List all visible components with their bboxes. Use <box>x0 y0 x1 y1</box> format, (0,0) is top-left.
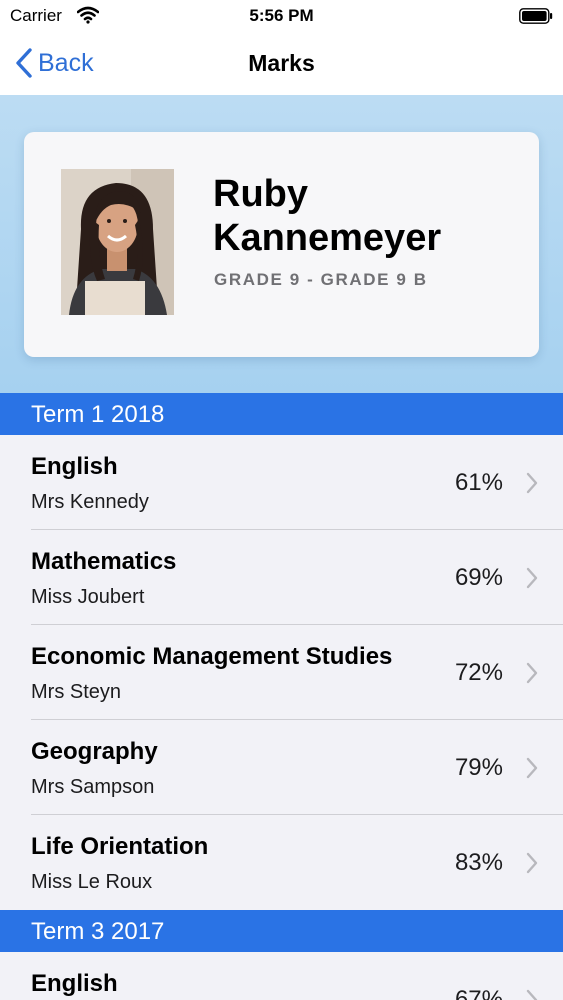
chevron-right-icon <box>526 852 538 874</box>
subject-name: Geography <box>31 738 158 765</box>
mark-value: 83% <box>454 849 503 876</box>
student-grade: GRADE 9 - GRADE 9 B <box>214 270 428 289</box>
table-row[interactable]: English Mrs Kennedy 61% <box>0 435 563 530</box>
status-time: 5:56 PM <box>249 6 314 25</box>
chevron-right-icon <box>526 757 538 779</box>
mark-value: 61% <box>454 469 503 496</box>
status-bar: Carrier 5:56 PM <box>0 0 563 32</box>
subject-name: English <box>31 970 118 997</box>
navigation-bar: Back Marks <box>0 32 563 95</box>
student-name: Ruby Kannemeyer <box>213 173 442 259</box>
chevron-right-icon <box>526 567 538 589</box>
section-title: Term 1 2018 <box>31 401 165 428</box>
table-row[interactable]: English 67% <box>0 952 563 1000</box>
subject-name: Mathematics <box>31 548 177 575</box>
table-row[interactable]: Mathematics Miss Joubert 69% <box>0 530 563 625</box>
screen: Carrier 5:56 PM Back Marks Ruby Kannemey… <box>0 0 563 1000</box>
teacher-name: Mrs Sampson <box>31 776 155 798</box>
profile-card: Ruby Kannemeyer GRADE 9 - GRADE 9 B <box>24 132 539 357</box>
mark-value: 69% <box>454 564 503 591</box>
teacher-name: Miss Le Roux <box>31 871 153 893</box>
subject-name: Life Orientation <box>31 833 209 860</box>
table-row[interactable]: Life Orientation Miss Le Roux 83% <box>0 815 563 910</box>
battery-icon <box>519 8 553 24</box>
chevron-right-icon <box>526 989 538 1000</box>
mark-value: 67% <box>454 986 503 1000</box>
teacher-name: Mrs Steyn <box>31 681 122 703</box>
section-header-term-3-2017: Term 3 2017 <box>0 910 563 952</box>
chevron-right-icon <box>526 662 538 684</box>
section-header-term-1-2018: Term 1 2018 <box>0 393 563 435</box>
page-title: Marks <box>248 50 315 76</box>
table-row[interactable]: Geography Mrs Sampson 79% <box>0 720 563 815</box>
subject-name: English <box>31 453 118 480</box>
teacher-name: Mrs Kennedy <box>31 491 149 513</box>
section-title: Term 3 2017 <box>31 918 165 945</box>
profile-header: Ruby Kannemeyer GRADE 9 - GRADE 9 B <box>0 95 563 393</box>
avatar <box>61 169 174 315</box>
table-row[interactable]: Economic Management Studies Mrs Steyn 72… <box>0 625 563 720</box>
chevron-right-icon <box>526 472 538 494</box>
mark-value: 79% <box>454 754 503 781</box>
teacher-name: Miss Joubert <box>31 586 145 608</box>
mark-value: 72% <box>454 659 503 686</box>
subject-name: Economic Management Studies <box>31 643 393 670</box>
